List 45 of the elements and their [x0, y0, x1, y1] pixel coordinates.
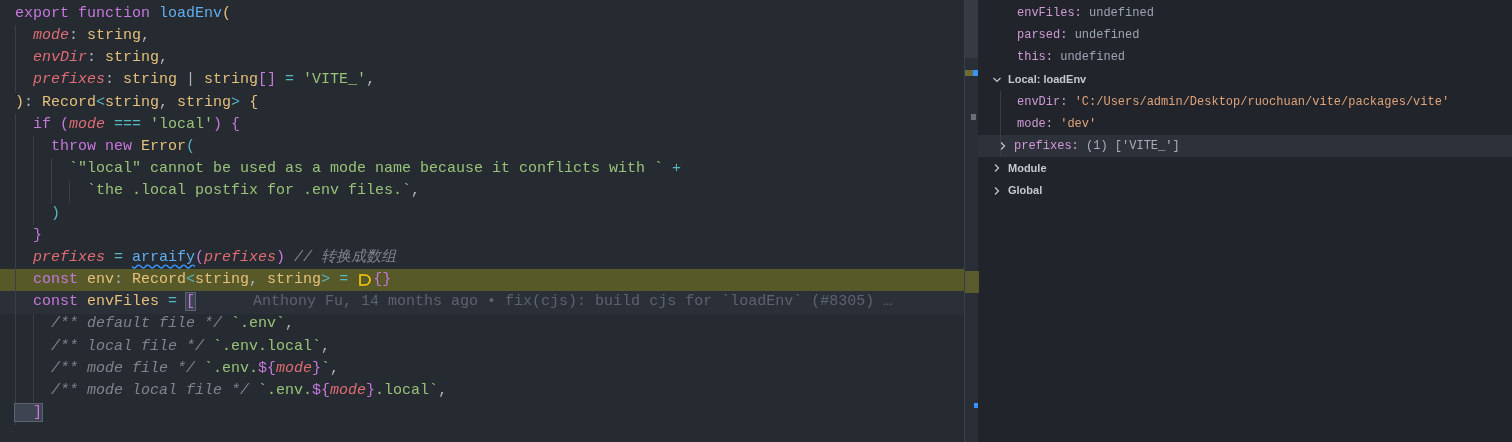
breakpoint-icon[interactable]: [358, 273, 373, 288]
chevron-right-icon[interactable]: [992, 185, 1002, 196]
variable-entry: this: undefined: [1017, 49, 1126, 67]
code-line: export function loadEnv(: [15, 3, 232, 24]
variable-entry: mode: 'dev': [1017, 116, 1097, 134]
scope-label[interactable]: Global: [1008, 182, 1043, 199]
blame-annotation: Anthony Fu, 14 months ago • fix(cjs): build cjs for `loadEnv` (#8305) …: [253, 292, 893, 313]
variable-entry: envFiles: undefined: [1017, 5, 1154, 23]
code-editor[interactable]: [0, 0, 964, 442]
code-line: }: [32, 225, 42, 246]
variable-row[interactable]: prefixes: (1) ['VITE_']: [978, 135, 1512, 158]
code-line: /** mode file */ `.env.${mode}`,: [50, 358, 340, 379]
code-line: envDir: string,: [32, 48, 169, 69]
variable-row[interactable]: mode: 'dev': [978, 112, 1512, 136]
code-line: ): [50, 203, 60, 224]
scope-label[interactable]: Local: loadEnv: [1008, 71, 1087, 88]
overview-marker: [971, 114, 976, 120]
scrollbar[interactable]: [964, 0, 978, 442]
variable-row[interactable]: parsed: undefined: [978, 24, 1512, 47]
code-line: /** default file */ `.env`,: [50, 314, 295, 335]
variable-entry: envDir: 'C:/Users/admin/Desktop/ruochuan/vite/packages/vite': [1017, 93, 1450, 111]
scrollbar-thumb[interactable]: [965, 0, 978, 58]
code-line: `the .local postfix for .env files.`,: [86, 181, 421, 202]
code-line: const env: Record<string, string> =: [32, 270, 350, 291]
overview-marker: [974, 403, 978, 408]
variable-entry: parsed: undefined: [1017, 27, 1140, 45]
code-line: prefixes = arraify(prefixes) // 转换成数组: [32, 247, 397, 268]
variable-row[interactable]: envDir: 'C:/Users/admin/Desktop/ruochuan/vite/packages/vite': [978, 90, 1512, 113]
code-line: {}: [373, 270, 392, 291]
variable-entry: prefixes: (1) ['VITE_']: [1014, 138, 1180, 156]
code-line: ): Record<string, string> {: [15, 92, 259, 113]
overview-marker: [965, 271, 979, 293]
code-line: const envFiles = [: [32, 292, 196, 313]
code-line: mode: string,: [32, 26, 151, 47]
code-line: prefixes: string | string[] = 'VITE_',: [32, 70, 376, 91]
code-line: `"local" cannot be used as a mode name because it conflicts with ` +: [68, 159, 682, 180]
code-line: /** local file */ `.env.local`,: [50, 336, 331, 357]
chevron-right-icon[interactable]: [998, 141, 1008, 152]
code-line: /** mode local file */ `.env.${mode}.local`,: [50, 381, 448, 402]
variable-row[interactable]: envFiles: undefined: [978, 2, 1512, 25]
chevron-right-icon[interactable]: [992, 163, 1002, 174]
code-line: throw new Error(: [50, 136, 196, 157]
variable-row[interactable]: this: undefined: [978, 46, 1512, 69]
code-line: if (mode === 'local') {: [32, 114, 241, 135]
scope-label[interactable]: Module: [1008, 160, 1047, 177]
